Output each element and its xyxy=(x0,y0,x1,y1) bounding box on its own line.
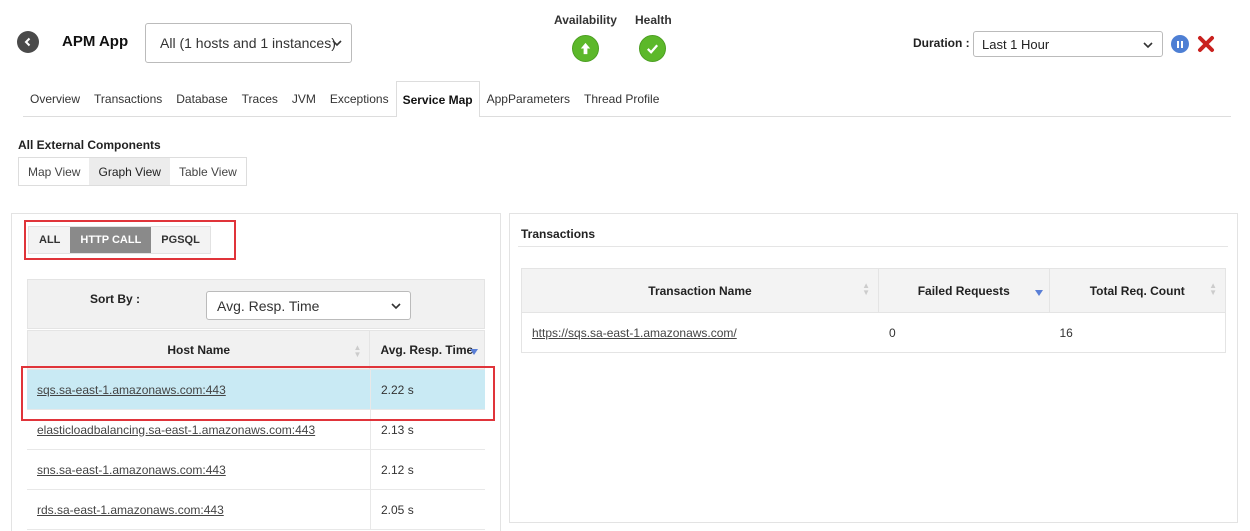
tab-service-map[interactable]: Service Map xyxy=(395,81,480,117)
host-filter-select[interactable]: All (1 hosts and 1 instances) xyxy=(145,23,352,63)
tab-exceptions[interactable]: Exceptions xyxy=(323,81,396,116)
availability-label: Availability xyxy=(554,13,617,27)
sort-select[interactable]: Avg. Resp. Time xyxy=(206,291,411,320)
sort-label: Sort By : xyxy=(90,292,141,306)
duration-select[interactable]: Last 1 Hour xyxy=(973,31,1163,57)
table-row[interactable]: rds.sa-east-1.amazonaws.com:443 2.05 s xyxy=(27,490,485,530)
total-req-count-value: 16 xyxy=(1059,325,1073,340)
pause-icon[interactable] xyxy=(1171,35,1189,53)
health-label: Health xyxy=(635,13,672,27)
tab-database[interactable]: Database xyxy=(169,81,234,116)
duration-label: Duration : xyxy=(913,36,970,50)
host-link[interactable]: sns.sa-east-1.amazonaws.com:443 xyxy=(27,450,371,489)
tab-map-view[interactable]: Map View xyxy=(19,158,89,185)
host-table-header: Host Name ▲ ▼ Avg. Resp. Time xyxy=(27,330,485,370)
sort-desc-icon xyxy=(1034,290,1043,296)
host-link[interactable]: rds.sa-east-1.amazonaws.com:443 xyxy=(27,490,371,529)
tab-graph-view[interactable]: Graph View xyxy=(89,158,170,185)
section-title: All External Components xyxy=(18,138,161,152)
chevron-down-icon xyxy=(332,40,342,47)
back-icon[interactable] xyxy=(17,31,39,53)
tab-transactions[interactable]: Transactions xyxy=(87,81,169,116)
chevron-down-icon xyxy=(391,303,401,310)
chevron-down-icon xyxy=(1143,42,1153,49)
tab-traces[interactable]: Traces xyxy=(235,81,285,116)
table-row[interactable]: sns.sa-east-1.amazonaws.com:443 2.12 s xyxy=(27,450,485,490)
main-tabs: Overview Transactions Database Traces JV… xyxy=(23,81,1231,117)
app-header: APM App All (1 hosts and 1 instances) Av… xyxy=(0,0,1250,78)
transactions-title: Transactions xyxy=(521,227,596,241)
tab-table-view[interactable]: Table View xyxy=(170,158,246,185)
column-header-avg-resp-time[interactable]: Avg. Resp. Time xyxy=(370,331,484,369)
app-name: APM App xyxy=(62,33,129,50)
view-switcher: Map View Graph View Table View xyxy=(18,157,247,186)
filter-highlight-box xyxy=(24,220,236,260)
column-header-failed-requests[interactable]: Failed Requests xyxy=(879,269,1050,312)
column-header-transaction-name[interactable]: Transaction Name ▲ ▼ xyxy=(522,269,879,312)
avg-resp-time: 2.05 s xyxy=(381,502,414,517)
avg-resp-time: 2.12 s xyxy=(381,462,414,477)
column-header-host-name[interactable]: Host Name ▲ ▼ xyxy=(28,331,371,369)
sort-icon: ▲ ▼ xyxy=(1209,281,1217,297)
divider xyxy=(518,246,1228,247)
host-table: Host Name ▲ ▼ Avg. Resp. Time sqs.sa-east… xyxy=(27,330,485,530)
tab-overview[interactable]: Overview xyxy=(23,81,87,116)
tab-jvm[interactable]: JVM xyxy=(285,81,323,116)
close-icon[interactable] xyxy=(1196,34,1216,54)
sort-desc-icon xyxy=(470,349,478,355)
duration-value: Last 1 Hour xyxy=(982,36,1050,52)
transactions-table-header: Transaction Name ▲ ▼ Failed Requests Tota… xyxy=(522,269,1225,312)
sort-value: Avg. Resp. Time xyxy=(217,297,320,314)
column-header-total-req-count[interactable]: Total Req. Count ▲ ▼ xyxy=(1050,269,1226,312)
failed-requests-value: 0 xyxy=(888,325,896,340)
table-row[interactable]: https://sqs.sa-east-1.amazonaws.com/ 0 1… xyxy=(522,312,1225,352)
tab-appparameters[interactable]: AppParameters xyxy=(480,81,577,116)
sort-icon: ▲ ▼ xyxy=(862,281,870,297)
transactions-table: Transaction Name ▲ ▼ Failed Requests Tota… xyxy=(521,268,1226,353)
selected-row-highlight-box xyxy=(21,366,495,421)
transaction-link[interactable]: https://sqs.sa-east-1.amazonaws.com/ xyxy=(522,313,879,352)
tab-thread-profile[interactable]: Thread Profile xyxy=(577,81,666,116)
availability-up-icon[interactable] xyxy=(572,35,599,62)
sort-icon: ▲ ▼ xyxy=(353,343,362,359)
host-filter-value: All (1 hosts and 1 instances) xyxy=(160,35,336,51)
transactions-panel xyxy=(509,213,1238,523)
health-check-icon[interactable] xyxy=(639,35,666,62)
